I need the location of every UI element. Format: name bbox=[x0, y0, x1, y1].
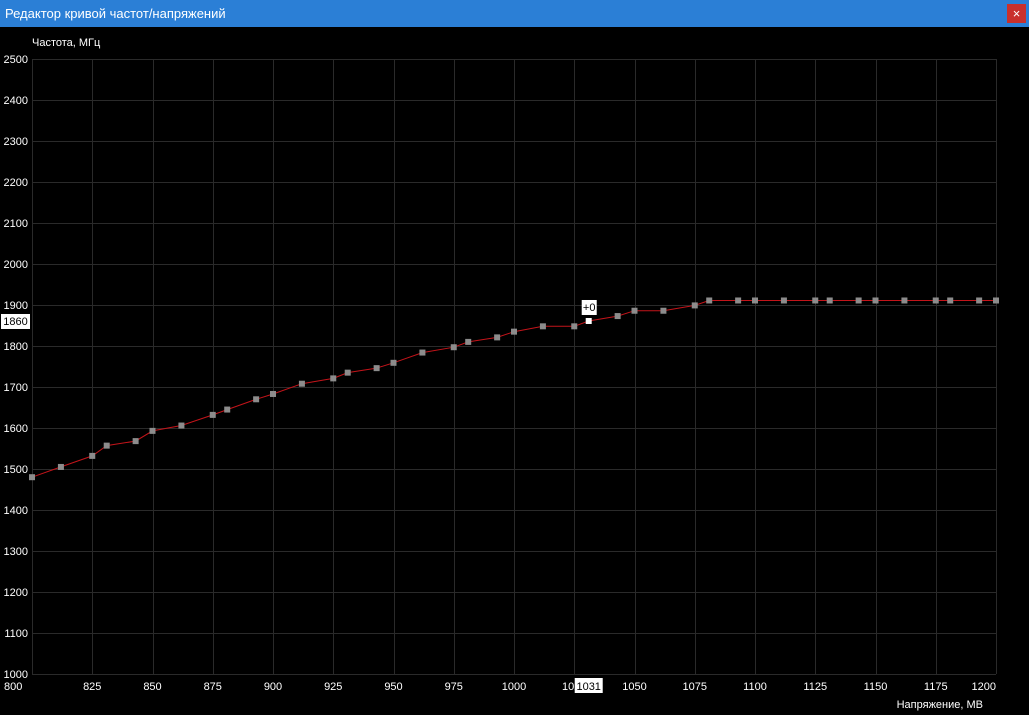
curve-point[interactable] bbox=[330, 375, 337, 382]
curve-point[interactable] bbox=[901, 297, 908, 304]
y-axis-ticks: 1000 1100 1200 1300 1400 1500 1600 1700 1800 1900… bbox=[4, 54, 28, 681]
curve-point[interactable] bbox=[344, 369, 351, 376]
curve-point[interactable] bbox=[993, 297, 999, 304]
x-tick-label: 1175 bbox=[924, 681, 948, 693]
curve-point[interactable] bbox=[29, 474, 35, 481]
curve-point[interactable] bbox=[614, 313, 621, 320]
y-tick-label: 2200 bbox=[4, 177, 28, 189]
curve-point[interactable] bbox=[511, 328, 517, 335]
curve-point[interactable] bbox=[57, 463, 64, 470]
y-axis-title: Частота, МГц bbox=[32, 37, 101, 49]
curve-point[interactable] bbox=[752, 297, 758, 304]
close-button[interactable]: × bbox=[1007, 4, 1026, 23]
curve-point[interactable] bbox=[178, 422, 185, 429]
x-tick-label: 1075 bbox=[683, 681, 707, 693]
curve-point[interactable] bbox=[298, 380, 305, 387]
y-tick-label: 1800 bbox=[4, 341, 28, 353]
curve-point[interactable] bbox=[706, 297, 713, 304]
y-tick-label: 1700 bbox=[4, 382, 28, 394]
curve-point[interactable] bbox=[253, 396, 260, 403]
x-tick-label: 1100 bbox=[743, 681, 767, 693]
curve-point[interactable] bbox=[780, 297, 787, 304]
curve-point[interactable] bbox=[89, 452, 96, 459]
curve-point[interactable] bbox=[976, 297, 983, 304]
x-tick-label: 1000 bbox=[502, 681, 526, 693]
curve-point[interactable] bbox=[419, 349, 426, 356]
curve-point[interactable] bbox=[450, 344, 457, 351]
window-title: Редактор кривой частот/напряжений bbox=[5, 6, 226, 21]
curve-point[interactable] bbox=[373, 365, 380, 372]
selected-point-readouts: 1860 1031 +0 bbox=[1, 299, 603, 693]
curve-point[interactable] bbox=[660, 307, 667, 314]
curve-point[interactable] bbox=[631, 307, 638, 314]
x-axis-title: Напряжение, МВ bbox=[897, 699, 983, 711]
y-tick-label: 2500 bbox=[4, 54, 28, 66]
x-tick-label: 1150 bbox=[864, 681, 888, 693]
frequency-voltage-chart[interactable]: 1000 1100 1200 1300 1400 1500 1600 1700 1800 1900… bbox=[0, 27, 1029, 715]
x-tick-label: 825 bbox=[83, 681, 101, 693]
chart-grid bbox=[32, 59, 997, 675]
offset-readout-label: +0 bbox=[583, 302, 596, 314]
curve-point[interactable] bbox=[465, 338, 472, 345]
x-tick-label: 950 bbox=[384, 681, 402, 693]
x-tick-label: 975 bbox=[445, 681, 463, 693]
curve-point[interactable] bbox=[132, 438, 139, 445]
x-tick-label: 850 bbox=[143, 681, 161, 693]
curve-point[interactable] bbox=[691, 302, 698, 309]
y-tick-label: 1200 bbox=[4, 587, 28, 599]
curve-point[interactable] bbox=[735, 297, 742, 304]
x-axis-ticks: 800 825 850 875 900 925 950 975 1000 1025 1050 1075… bbox=[4, 681, 996, 693]
curve-point[interactable] bbox=[947, 297, 954, 304]
curve-point[interactable] bbox=[390, 359, 397, 366]
curve-point[interactable] bbox=[103, 442, 110, 449]
x-tick-label: 900 bbox=[264, 681, 282, 693]
x-tick-label: 1050 bbox=[622, 681, 646, 693]
curve-point[interactable] bbox=[224, 406, 231, 413]
x-tick-label: 1200 bbox=[972, 681, 996, 693]
y-tick-label: 1900 bbox=[4, 300, 28, 312]
curve-point[interactable] bbox=[855, 297, 862, 304]
y-tick-label: 1400 bbox=[4, 505, 28, 517]
x-tick-label: 800 bbox=[4, 681, 22, 693]
curve-editor-window: Редактор кривой частот/напряжений × 1000… bbox=[0, 0, 1029, 715]
curve-point[interactable] bbox=[270, 390, 276, 397]
y-tick-label: 1100 bbox=[4, 628, 28, 640]
curve-point[interactable] bbox=[494, 334, 501, 341]
y-tick-label: 1000 bbox=[4, 669, 28, 681]
selected-curve-point[interactable] bbox=[585, 317, 592, 324]
curve-point[interactable] bbox=[932, 297, 939, 304]
x-tick-label: 925 bbox=[324, 681, 342, 693]
y-tick-label: 1500 bbox=[4, 464, 28, 476]
x-readout-label: 1031 bbox=[576, 681, 600, 693]
y-tick-label: 2400 bbox=[4, 95, 28, 107]
curve-point[interactable] bbox=[872, 297, 879, 304]
curve-point[interactable] bbox=[812, 297, 819, 304]
curve-point[interactable] bbox=[209, 411, 216, 418]
title-bar[interactable]: Редактор кривой частот/напряжений × bbox=[0, 0, 1029, 27]
x-tick-label: 875 bbox=[204, 681, 222, 693]
y-tick-label: 2300 bbox=[4, 136, 28, 148]
curve-point[interactable] bbox=[571, 323, 578, 330]
x-tick-label: 1125 bbox=[803, 681, 827, 693]
curve-point[interactable] bbox=[149, 427, 156, 434]
y-tick-label: 1300 bbox=[4, 546, 28, 558]
y-tick-label: 1600 bbox=[4, 423, 28, 435]
y-readout-label: 1860 bbox=[3, 316, 27, 328]
curve-point[interactable] bbox=[539, 323, 546, 330]
y-tick-label: 2100 bbox=[4, 218, 28, 230]
y-tick-label: 2000 bbox=[4, 259, 28, 271]
curve-point[interactable] bbox=[826, 297, 833, 304]
